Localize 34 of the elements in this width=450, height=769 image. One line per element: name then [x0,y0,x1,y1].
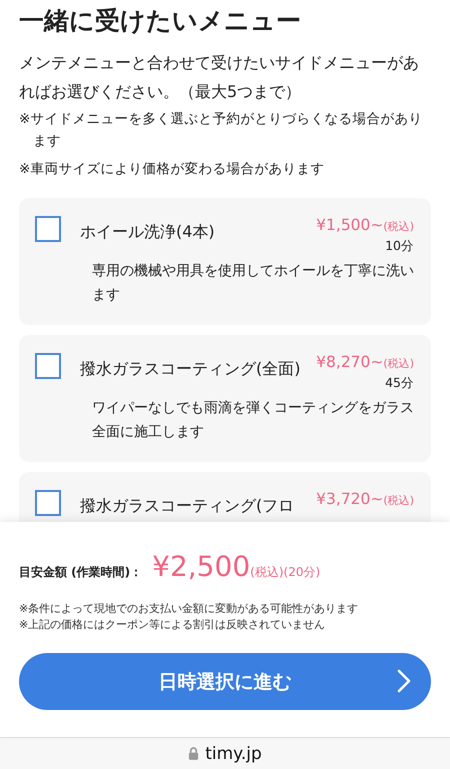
estimate-label: 目安金額 (作業時間)： [19,564,142,581]
menu-name: 撥水ガラスコーティング(フロ [80,495,296,517]
menu-description: ワイパーなしでも雨滴を弾くコーティングをガラス全面に施工します [92,399,414,442]
checkbox[interactable] [35,216,61,242]
address-bar[interactable]: timy.jp [0,737,450,769]
price: ¥1,500~ [316,216,384,234]
tax-label: (税込) [383,493,414,508]
tax-label: (税込) [383,356,414,371]
estimate-amount: ¥2,500 [152,550,250,583]
price: ¥8,270~ [316,353,384,371]
menu-name: ホイール洗浄(4本) [80,221,216,243]
duration: 10分 [385,238,414,255]
menu-description: 専用の機械や用具を使用してホイールを丁寧に洗います [92,262,414,305]
next-button[interactable]: 日時選択に進む [19,653,431,710]
menu-name: 撥水ガラスコーティング(全面) [80,358,302,380]
note-text: ※車両サイズにより価格が変わる場合があります [19,160,326,179]
tax-label: (税込) [250,564,284,581]
chevron-right-icon [397,669,411,693]
note-text: ※上記の価格にはクーポン等による割引は反映されていません [19,617,326,633]
page-heading: 一緒に受けたいメニュー [19,5,302,37]
menu-card[interactable]: 撥水ガラスコーティング(フロ ¥3,720~(税込) [19,472,431,522]
menu-card[interactable]: 撥水ガラスコーティング(全面) ¥8,270~(税込) 45分 ワイパーなしでも雨滴を弾くコーティングをガラス全面に施工します [19,335,431,462]
estimate-duration: (20分) [284,564,320,581]
tax-label: (税込) [383,219,414,234]
url-text: timy.jp [205,744,262,764]
price: ¥3,720~ [316,490,384,508]
menu-card[interactable]: ホイール洗浄(4本) ¥1,500~(税込) 10分 専用の機械や用具を使用してホイールを丁寧に洗います [19,198,431,325]
note-text: ※サイドメニューを多く選ぶと予約がとりづらくなる場合があります [19,110,424,151]
checkbox[interactable] [35,353,61,379]
checkbox[interactable] [35,490,61,516]
note-text: ※条件によって現地でのお支払い金額に変動がある可能性があります [19,601,360,617]
intro-text: メンテメニューと合わせて受けたいサイドメニューがあればお選びください。（最大5つまで） [19,52,420,103]
lock-icon [188,746,200,761]
duration: 45分 [385,375,414,392]
